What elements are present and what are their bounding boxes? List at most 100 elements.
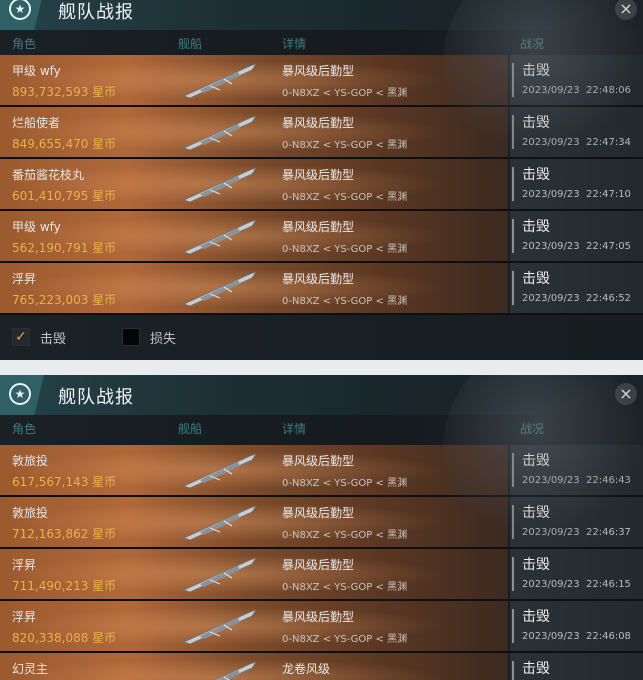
timestamp: 2023/09/23 22:46:15: [522, 579, 631, 590]
row-divider: [512, 609, 514, 643]
ship-type: 暴风级后勤型: [282, 168, 355, 182]
date: 2023/09/23: [522, 241, 580, 252]
row-divider: [512, 219, 514, 253]
table-row[interactable]: 番茄酱花枝丸 601,410,795 星币 暴风级后勤型 0-N8XZ < YS-GO…: [0, 159, 643, 211]
fleet-report-panel-top: ★ 舰队战报 × 角色 舰船 详情 战况 甲级 wfy 893,732,593 星…: [0, 0, 643, 360]
table-row[interactable]: 浮昇 711,490,213 星币 暴风级后勤型 0-N8XZ < YS-GOP < …: [0, 549, 643, 601]
time: 22:46:52: [586, 293, 631, 304]
column-headers: 角色 舰船 详情 战况: [0, 32, 643, 52]
table-row[interactable]: 甲级 wfy 893,732,593 星币 暴风级后勤型 0-N8XZ < YS-GO…: [0, 55, 643, 107]
status-badge: 击毁: [522, 63, 550, 79]
battleship-icon: [180, 450, 260, 490]
kill-checkbox[interactable]: ✓: [12, 328, 30, 346]
screenshot-separator: [0, 360, 643, 375]
location: 0-N8XZ < YS-GOP < 黑渊: [282, 192, 408, 203]
table-row[interactable]: 敦旅投 617,567,143 星币 暴风级后勤型 0-N8XZ < YS-GOP <…: [0, 445, 643, 497]
row-divider: [512, 271, 514, 305]
close-icon[interactable]: ×: [615, 0, 637, 20]
table-row[interactable]: 甲级 wfy 562,190,791 星币 暴风级后勤型 0-N8XZ < YS-GO…: [0, 211, 643, 263]
loss-value: 601,410,795 星币: [12, 189, 117, 203]
title-bar: ★ 舰队战报 ×: [0, 375, 643, 415]
loss-label: 损失: [150, 332, 177, 347]
loss-value: 849,655,470 星币: [12, 137, 117, 151]
status-badge: 击毁: [522, 609, 550, 625]
location: 0-N8XZ < YS-GOP < 黑渊: [282, 530, 408, 541]
time: 22:46:43: [586, 475, 631, 486]
ship-type: 龙卷风级: [282, 662, 331, 676]
loss-value: 765,223,003 星币: [12, 293, 117, 307]
battleship-icon: [180, 268, 260, 308]
battleship-icon: [180, 216, 260, 256]
timestamp: 2023/09/23 22:47:05: [522, 241, 631, 252]
row-divider: [512, 661, 514, 680]
col-detail: 详情: [282, 37, 307, 51]
table-row[interactable]: 烂船使者 849,655,470 星币 暴风级后勤型 0-N8XZ < YS-GOP …: [0, 107, 643, 159]
col-ship: 舰船: [178, 422, 203, 436]
time: 22:47:10: [586, 189, 631, 200]
loss-checkbox[interactable]: [122, 328, 140, 346]
ship-type: 暴风级后勤型: [282, 610, 355, 624]
table-row[interactable]: 幻灵主 龙卷风级 击毁: [0, 653, 643, 680]
location: 0-N8XZ < YS-GOP < 黑渊: [282, 244, 408, 255]
time: 22:48:06: [586, 85, 631, 96]
col-status: 战况: [520, 37, 545, 51]
ship-type: 暴风级后勤型: [282, 506, 355, 520]
status-badge: 击毁: [522, 661, 550, 677]
ship-type: 暴风级后勤型: [282, 220, 355, 234]
date: 2023/09/23: [522, 189, 580, 200]
loss-value: 712,163,862 星币: [12, 527, 117, 541]
pilot-name: 幻灵主: [12, 662, 49, 676]
battleship-icon: [180, 60, 260, 100]
filter-bar: ✓ 击毁 损失: [0, 315, 643, 360]
status-badge: 击毁: [522, 557, 550, 573]
status-badge: 击毁: [522, 219, 550, 235]
status-badge: 击毁: [522, 167, 550, 183]
pilot-name: 浮昇: [12, 558, 37, 572]
col-status: 战况: [520, 422, 545, 436]
ship-type: 暴风级后勤型: [282, 64, 355, 78]
timestamp: 2023/09/23 22:47:10: [522, 189, 631, 200]
status-badge: 击毁: [522, 271, 550, 287]
timestamp: 2023/09/23 22:47:34: [522, 137, 631, 148]
ship-type: 暴风级后勤型: [282, 116, 355, 130]
ship-type: 暴风级后勤型: [282, 558, 355, 572]
fleet-report-panel-bottom: ★ 舰队战报 × 角色 舰船 详情 战况 敦旅投 617,567,143 星币暴风…: [0, 375, 643, 680]
location: 0-N8XZ < YS-GOP < 黑渊: [282, 634, 408, 645]
time: 22:46:37: [586, 527, 631, 538]
battleship-icon: [180, 164, 260, 204]
status-badge: 击毁: [522, 453, 550, 469]
battleship-icon: [180, 658, 260, 680]
page-title: 舰队战报: [58, 2, 134, 23]
status-badge: 击毁: [522, 505, 550, 521]
page-title: 舰队战报: [58, 387, 134, 408]
location: 0-N8XZ < YS-GOP < 黑渊: [282, 478, 408, 489]
location: 0-N8XZ < YS-GOP < 黑渊: [282, 296, 408, 307]
time: 22:46:08: [586, 631, 631, 642]
col-ship: 舰船: [178, 37, 203, 51]
pilot-name: 番茄酱花枝丸: [12, 168, 85, 182]
battleship-icon: [180, 606, 260, 646]
col-role: 角色: [12, 37, 37, 51]
pilot-name: 敦旅投: [12, 454, 49, 468]
title-bar: ★ 舰队战报 ×: [0, 0, 643, 30]
loss-value: 562,190,791 星币: [12, 241, 117, 255]
rank-star-icon: ★: [9, 383, 31, 405]
row-divider: [512, 167, 514, 201]
pilot-name: 烂船使者: [12, 116, 61, 130]
pilot-name: 浮昇: [12, 272, 37, 286]
column-headers: 角色 舰船 详情 战况: [0, 417, 643, 437]
date: 2023/09/23: [522, 579, 580, 590]
location: 0-N8XZ < YS-GOP < 黑渊: [282, 88, 408, 99]
timestamp: 2023/09/23 22:48:06: [522, 85, 631, 96]
timestamp: 2023/09/23 22:46:52: [522, 293, 631, 304]
time: 22:47:05: [586, 241, 631, 252]
loss-value: 617,567,143 星币: [12, 475, 117, 489]
location: 0-N8XZ < YS-GOP < 黑渊: [282, 140, 408, 151]
table-row[interactable]: 浮昇 765,223,003 星币 暴风级后勤型 0-N8XZ < YS-GOP < …: [0, 263, 643, 315]
location: 0-N8XZ < YS-GOP < 黑渊: [282, 582, 408, 593]
table-row[interactable]: 浮昇 820,338,088 星币 暴风级后勤型 0-N8XZ < YS-GOP < …: [0, 601, 643, 653]
loss-value: 820,338,088 星币: [12, 631, 117, 645]
table-row[interactable]: 敦旅投 712,163,862 星币 暴风级后勤型 0-N8XZ < YS-GOP <…: [0, 497, 643, 549]
date: 2023/09/23: [522, 293, 580, 304]
close-icon[interactable]: ×: [615, 383, 637, 405]
